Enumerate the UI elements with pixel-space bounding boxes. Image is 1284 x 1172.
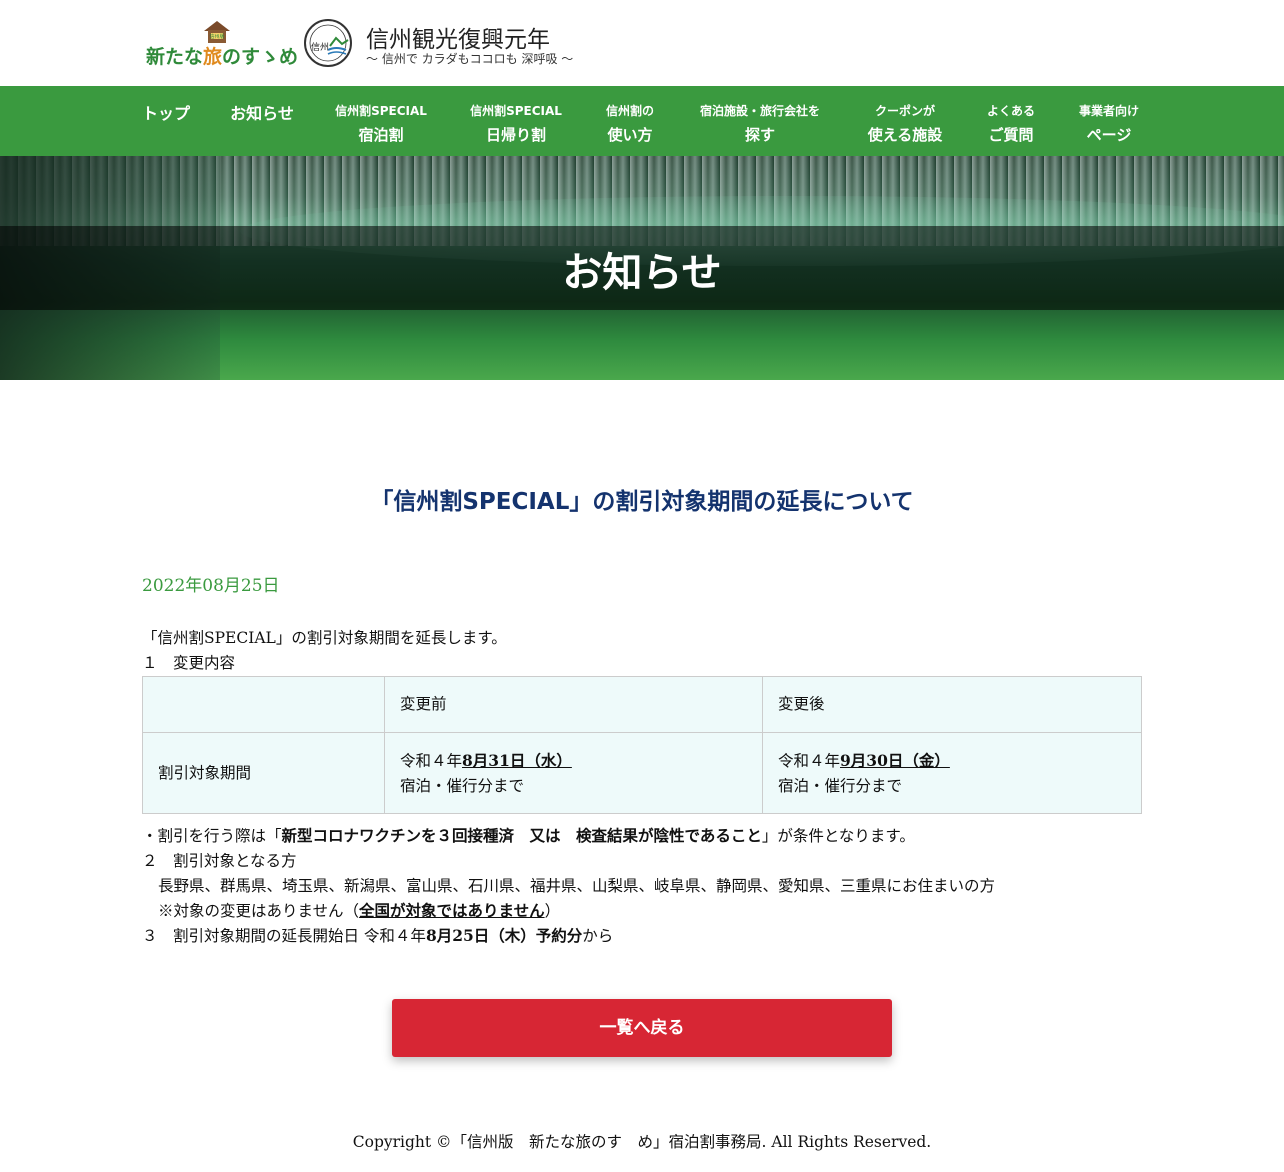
svg-text:信州: 信州 bbox=[311, 41, 329, 53]
after-end-date: 9月30日（金） bbox=[840, 750, 950, 770]
nav-item-how-to-use[interactable]: 信州割の 使い方 bbox=[598, 86, 662, 156]
nav-item-business[interactable]: 事業者向け ページ bbox=[1074, 86, 1144, 156]
target-change-note: ※対象の変更はありません（全国が対象ではありません） bbox=[158, 901, 561, 920]
table-row-label: 割引対象期間 bbox=[142, 732, 385, 814]
svg-text:信州版: 信州版 bbox=[209, 33, 224, 40]
logo-text: 新たな旅のすゝめ bbox=[146, 46, 299, 68]
shinshu-kanko-logo[interactable]: 信州 信州観光復興元年 〜 信州で カラダもココロも 深呼吸 〜 bbox=[302, 18, 574, 70]
table-cell-before: 令和４年8月31日（水） 宿泊・催行分まで bbox=[384, 732, 763, 814]
tabi-no-susume-logo[interactable]: 信州版 新たな旅のすゝめ bbox=[144, 20, 298, 68]
house-logo-icon: 信州版 bbox=[204, 21, 230, 43]
nav-item-coupon-facilities[interactable]: クーポンが 使える施設 bbox=[862, 86, 948, 156]
nav-item-special-stay[interactable]: 信州割SPECIAL 宿泊割 bbox=[332, 86, 430, 156]
nav-item-special-daytrip[interactable]: 信州割SPECIAL 日帰り割 bbox=[467, 86, 565, 156]
table-header-row: 変更前 変更後 bbox=[142, 676, 1142, 733]
footer-copyright: Copyright ©「信州版 新たな旅のす め」宿泊割事務局. All Rig… bbox=[352, 1133, 932, 1151]
nav-item-top[interactable]: トップ bbox=[142, 86, 190, 156]
main-navigation: トップ お知らせ 信州割SPECIAL 宿泊割 信州割SPECIAL 日帰り割 … bbox=[0, 86, 1284, 156]
condition-note: ・割引を行う際は「新型コロナワクチンを３回接種済 又は 検査結果が陰性であること… bbox=[142, 826, 915, 845]
page-title: お知らせ bbox=[562, 250, 722, 296]
section-3-text: ３ 割引対象期間の延長開始日 令和４年8月25日（木）予約分から bbox=[142, 926, 614, 945]
site-header: 信州版 新たな旅のすゝめ 信州 信州観光復興元年 〜 信州で カラダもココロも … bbox=[0, 0, 1284, 86]
target-prefectures: 長野県、群馬県、埼玉県、新潟県、富山県、石川県、福井県、山梨県、岐阜県、静岡県、… bbox=[158, 877, 996, 895]
table-header-cell: 変更前 bbox=[384, 676, 763, 733]
nav-item-news[interactable]: お知らせ bbox=[230, 86, 294, 156]
intro-text: 「信州割SPECIAL」の割引対象期間を延長します。 bbox=[142, 629, 507, 647]
logo2-title: 信州観光復興元年 bbox=[366, 27, 550, 53]
back-to-list-button[interactable]: 一覧へ戻る bbox=[392, 999, 892, 1057]
hero-banner: お知らせ bbox=[0, 156, 1284, 380]
table-row: 割引対象期間 令和４年8月31日（水） 宿泊・催行分まで 令和４年9月30日（金… bbox=[142, 732, 1142, 814]
logo2-subtitle: 〜 信州で カラダもココロも 深呼吸 〜 bbox=[366, 52, 574, 66]
nav-item-faq[interactable]: よくある ご質問 bbox=[980, 86, 1042, 156]
shinshu-seal-icon: 信州 bbox=[304, 19, 352, 67]
nav-item-find-facilities[interactable]: 宿泊施設・旅行会社を 探す bbox=[692, 86, 828, 156]
table-header-cell: 変更後 bbox=[762, 676, 1142, 733]
before-end-date: 8月31日（水） bbox=[462, 750, 572, 770]
table-cell-after: 令和４年9月30日（金） 宿泊・催行分まで bbox=[762, 732, 1142, 814]
table-header-cell bbox=[142, 676, 385, 733]
section-2-heading: ２ 割引対象となる方 bbox=[142, 852, 297, 870]
article-title: 「信州割SPECIAL」の割引対象期間の延長について bbox=[370, 489, 914, 515]
article-date: 2022年08月25日 bbox=[142, 576, 280, 596]
section-1-heading: １ 変更内容 bbox=[142, 654, 236, 672]
change-table: 変更前 変更後 割引対象期間 令和４年8月31日（水） 宿泊・催行分まで 令和４… bbox=[142, 676, 1142, 814]
